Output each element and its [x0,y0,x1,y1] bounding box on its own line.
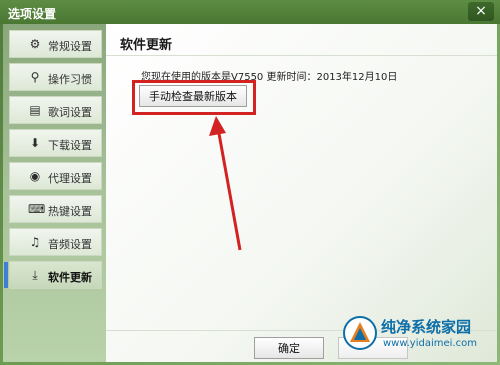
sidebar-item-lyrics[interactable]: ▤ 歌词设置 [9,96,102,124]
page-title: 软件更新 [120,38,173,53]
window-title: 选项设置 [8,7,57,21]
watermark-title: 纯净系统家园 [381,318,472,336]
active-indicator [4,262,8,288]
gear-icon: ⚙ [29,37,41,51]
sidebar-item-habits[interactable]: ⚲ 操作习惯 [9,63,102,91]
sidebar-item-label: 代理设置 [48,172,92,185]
sidebar-item-label: 常规设置 [48,40,92,53]
keyboard-icon: ⌨ [28,202,46,216]
check-update-button[interactable]: 手动检查最新版本 [139,85,247,107]
lyrics-icon: ▤ [29,103,41,117]
arrow-annotation-icon [209,116,242,251]
sidebar-item-label: 操作习惯 [48,73,92,86]
sidebar-list: ⚙ 常规设置 ⚲ 操作习惯 ▤ 歌词设置 ⬇ 下载设置 ◉ 代理设置 ⌨ 热键设… [4,30,102,294]
globe-icon: ◉ [29,169,41,183]
close-icon: × [475,3,487,19]
sidebar-item-download[interactable]: ⬇ 下载设置 [9,129,102,157]
options-dialog: 选项设置 × ⚙ 常规设置 ⚲ 操作习惯 ▤ 歌词设置 ⬇ 下载设置 ◉ 代理设… [0,0,500,365]
watermark-url: www.yidaimei.com [383,338,477,349]
divider [106,55,497,56]
sidebar-item-label: 音频设置 [48,238,92,251]
pin-icon: ⚲ [30,70,40,84]
sidebar-item-proxy[interactable]: ◉ 代理设置 [9,162,102,190]
ok-button[interactable]: 确定 [254,337,324,359]
equalizer-icon: ♫ [29,235,41,249]
watermark: 纯净系统家园 www.yidaimei.com [343,314,493,358]
sidebar: ⚙ 常规设置 ⚲ 操作习惯 ▤ 歌词设置 ⬇ 下载设置 ◉ 代理设置 ⌨ 热键设… [3,24,106,362]
sidebar-item-hotkeys[interactable]: ⌨ 热键设置 [9,195,102,223]
watermark-logo-icon [343,316,377,350]
sidebar-item-update[interactable]: ⤓ 软件更新 [4,261,102,289]
update-icon: ⤓ [32,268,38,282]
close-button[interactable]: × [468,2,494,21]
main-panel: 软件更新 您现在使用的版本是V7550 更新时间：2013年12月10日 手动检… [106,24,497,362]
dialog-content: ⚙ 常规设置 ⚲ 操作习惯 ▤ 歌词设置 ⬇ 下载设置 ◉ 代理设置 ⌨ 热键设… [3,24,497,362]
sidebar-item-label: 下载设置 [48,139,92,152]
sidebar-item-general[interactable]: ⚙ 常规设置 [9,30,102,58]
title-bar[interactable]: 选项设置 × [0,0,500,24]
sidebar-item-label: 软件更新 [48,271,92,284]
sidebar-item-label: 热键设置 [48,205,92,218]
sidebar-item-label: 歌词设置 [48,106,92,119]
sidebar-item-audio[interactable]: ♫ 音频设置 [9,228,102,256]
download-icon: ⬇ [29,136,41,150]
